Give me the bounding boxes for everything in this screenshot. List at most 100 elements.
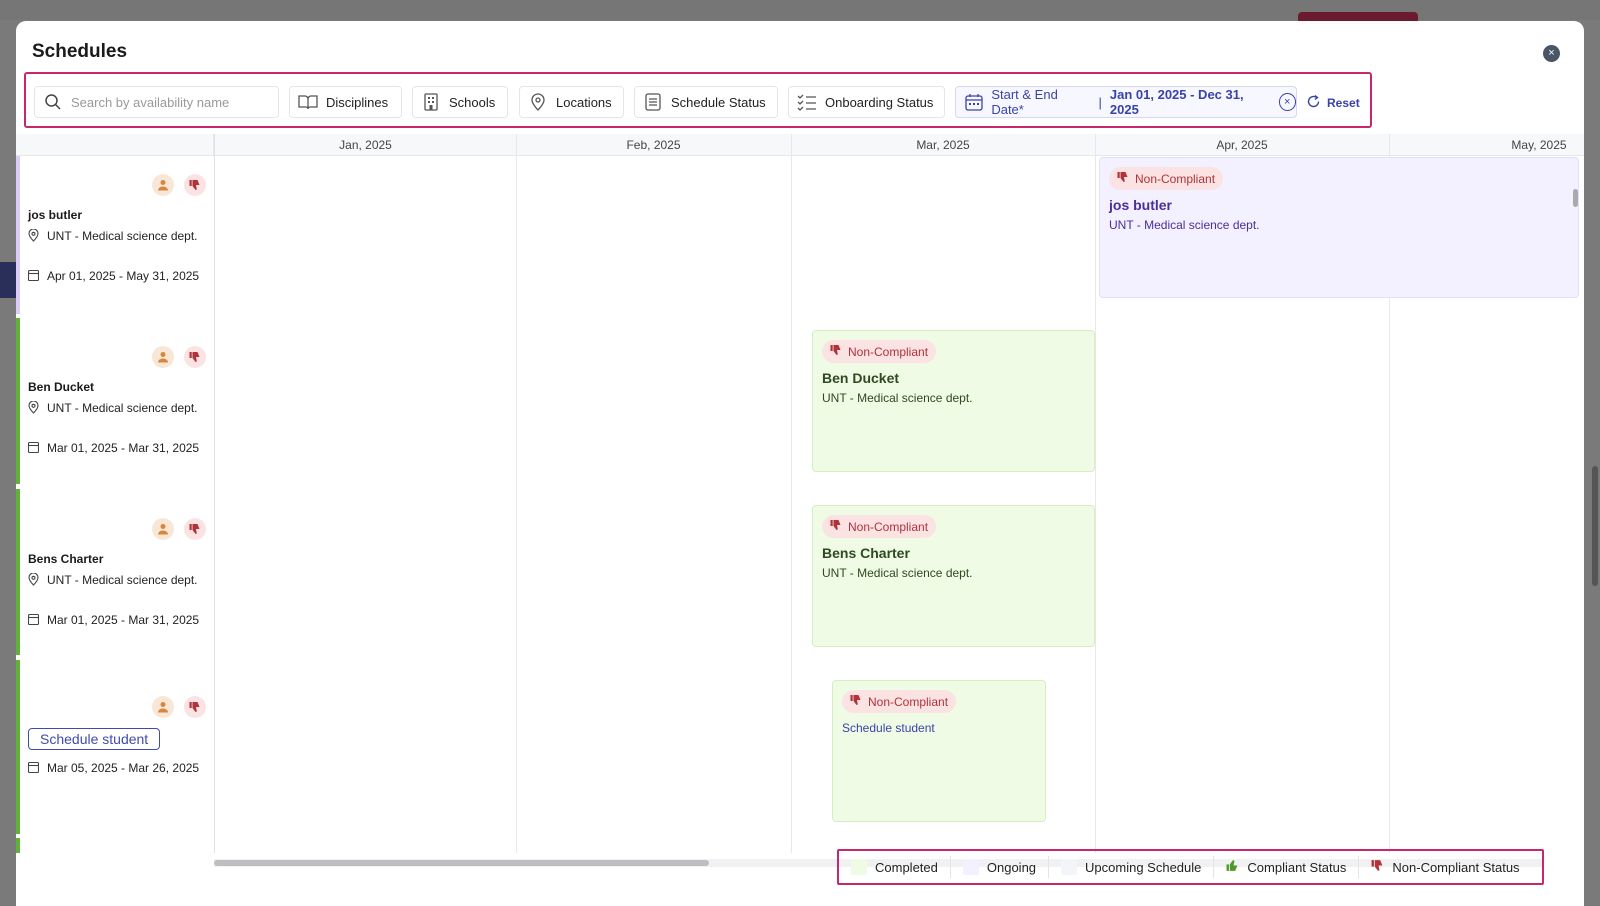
schools-filter[interactable]: Schools bbox=[412, 86, 508, 118]
schedule-card[interactable]: Non-Compliant Bens Charter UNT - Medical… bbox=[812, 505, 1095, 647]
schedule-card[interactable]: Non-Compliant Schedule student bbox=[832, 680, 1046, 822]
dates-text: Apr 01, 2025 - May 31, 2025 bbox=[47, 269, 200, 283]
non-compliant-badge: Non-Compliant bbox=[822, 515, 937, 538]
schools-label: Schools bbox=[449, 94, 496, 110]
reset-button[interactable]: Reset bbox=[1306, 94, 1360, 112]
month-header: Feb, 2025 bbox=[516, 134, 791, 156]
thumbs-down-icon bbox=[184, 346, 206, 368]
badge-label: Non-Compliant bbox=[848, 344, 929, 359]
thumbs-down-icon bbox=[184, 696, 206, 718]
row-dates: Mar 01, 2025 - Mar 31, 2025 bbox=[27, 441, 212, 457]
legend-label: Ongoing bbox=[986, 859, 1037, 875]
checklist-icon bbox=[797, 92, 817, 112]
thumbs-up-icon bbox=[1226, 859, 1239, 875]
thumbs-down-icon bbox=[830, 519, 842, 534]
schedule-card[interactable]: Non-Compliant Ben Ducket UNT - Medical s… bbox=[812, 330, 1095, 472]
completed-swatch bbox=[851, 859, 867, 875]
search-input[interactable]: Search by availability name bbox=[34, 86, 279, 118]
horizontal-scrollbar[interactable] bbox=[214, 860, 709, 866]
card-dept: UNT - Medical science dept. bbox=[822, 391, 973, 405]
locations-label: Locations bbox=[556, 94, 612, 110]
modal-title: Schedules bbox=[32, 41, 128, 62]
month-header: Mar, 2025 bbox=[791, 134, 1095, 156]
close-button[interactable]: × bbox=[1543, 45, 1560, 62]
legend-noncompliant: Non-Compliant Status bbox=[1359, 856, 1531, 878]
book-icon bbox=[298, 92, 318, 112]
dates-text: Mar 01, 2025 - Mar 31, 2025 bbox=[47, 441, 200, 455]
card-dept: UNT - Medical science dept. bbox=[822, 566, 973, 580]
ongoing-swatch bbox=[962, 859, 979, 875]
location-text: UNT - Medical science dept. bbox=[47, 401, 198, 415]
person-icon bbox=[152, 174, 174, 196]
calendar-icon bbox=[27, 761, 40, 777]
person-icon bbox=[152, 518, 174, 540]
legend-label: Upcoming Schedule bbox=[1085, 859, 1202, 875]
calendar-icon bbox=[27, 613, 40, 629]
schedule-status-label: Schedule Status bbox=[671, 94, 766, 110]
legend-compliant: Compliant Status bbox=[1214, 856, 1360, 878]
legend-upcoming: Upcoming Schedule bbox=[1049, 856, 1215, 878]
thumbs-down-icon bbox=[850, 694, 862, 709]
non-compliant-badge: Non-Compliant bbox=[842, 690, 957, 713]
row-dates: Mar 01, 2025 - Mar 31, 2025 bbox=[27, 613, 212, 629]
timeline: Jan, 2025 Feb, 2025 Mar, 2025 Apr, 2025 … bbox=[16, 134, 1584, 853]
badge-label: Non-Compliant bbox=[868, 694, 949, 709]
thumbs-down-icon bbox=[1117, 171, 1129, 186]
dates-text: Mar 05, 2025 - Mar 26, 2025 bbox=[47, 761, 200, 775]
row-dates: Mar 05, 2025 - Mar 26, 2025 bbox=[27, 761, 212, 777]
legend-label: Non-Compliant Status bbox=[1392, 859, 1520, 875]
schedule-student-link[interactable]: Schedule student bbox=[842, 721, 1036, 735]
schedule-card[interactable]: Non-Compliant jos butler UNT - Medical s… bbox=[1099, 157, 1579, 298]
row-dates: Apr 01, 2025 - May 31, 2025 bbox=[27, 269, 212, 285]
location-text: UNT - Medical science dept. bbox=[47, 229, 198, 243]
date-separator: | bbox=[1098, 94, 1102, 110]
schedule-row: jos butler UNT - Medical science dept. A… bbox=[16, 156, 214, 314]
legend-label: Compliant Status bbox=[1247, 859, 1347, 875]
left-column-divider bbox=[214, 134, 215, 853]
disciplines-filter[interactable]: Disciplines bbox=[289, 86, 402, 118]
onboarding-status-filter[interactable]: Onboarding Status bbox=[788, 86, 945, 118]
schedule-status-filter[interactable]: Schedule Status bbox=[634, 86, 778, 118]
calendar-icon bbox=[964, 92, 983, 112]
thumbs-down-icon bbox=[184, 174, 206, 196]
locations-filter[interactable]: Locations bbox=[519, 86, 624, 118]
calendar-icon bbox=[27, 441, 40, 457]
row-location: UNT - Medical science dept. bbox=[28, 572, 212, 590]
date-range-label: Start & End Date* bbox=[991, 87, 1058, 117]
student-name: jos butler bbox=[28, 208, 83, 222]
grid-line bbox=[791, 134, 792, 853]
thumbs-down-icon bbox=[830, 344, 842, 359]
thumbs-down-icon bbox=[1371, 859, 1384, 875]
clear-icon[interactable]: × bbox=[1278, 93, 1296, 111]
grid-line bbox=[1095, 134, 1096, 853]
map-pin-icon bbox=[28, 572, 40, 590]
card-name: Ben Ducket bbox=[822, 370, 900, 386]
vertical-scrollbar[interactable] bbox=[1573, 189, 1578, 207]
schedule-row: Ben Ducket UNT - Medical science dept. M… bbox=[16, 318, 214, 484]
month-header: Jan, 2025 bbox=[215, 134, 516, 156]
disciplines-label: Disciplines bbox=[326, 94, 389, 110]
legend-label: Completed bbox=[875, 859, 938, 875]
person-icon bbox=[152, 696, 174, 718]
non-compliant-badge: Non-Compliant bbox=[1109, 167, 1224, 190]
reset-label: Reset bbox=[1327, 96, 1360, 110]
badge-label: Non-Compliant bbox=[1135, 171, 1216, 186]
filter-bar: Search by availability name Disciplines … bbox=[24, 72, 1372, 128]
schedule-row: Bens Charter UNT - Medical science dept.… bbox=[16, 489, 214, 655]
month-header: Apr, 2025 bbox=[1095, 134, 1389, 156]
card-name: jos butler bbox=[1109, 197, 1173, 213]
row-status-bar bbox=[16, 838, 20, 853]
legend: Completed Ongoing Upcoming Schedule Comp… bbox=[837, 849, 1544, 885]
map-pin-icon bbox=[528, 92, 548, 112]
legend-ongoing: Ongoing bbox=[951, 856, 1050, 878]
row-location: UNT - Medical science dept. bbox=[28, 228, 212, 246]
thumbs-down-icon bbox=[184, 518, 206, 540]
background-sidebar-item bbox=[0, 262, 16, 298]
schedule-student-button[interactable]: Schedule student bbox=[28, 728, 161, 750]
month-header: May, 2025 bbox=[1389, 134, 1584, 156]
schedule-row: Schedule student Mar 05, 2025 - Mar 26, … bbox=[16, 660, 214, 834]
background-scrollbar bbox=[1592, 466, 1598, 586]
date-range-filter[interactable]: Start & End Date* | Jan 01, 2025 - Dec 3… bbox=[955, 86, 1297, 118]
list-icon bbox=[643, 92, 663, 112]
building-icon bbox=[421, 92, 441, 112]
